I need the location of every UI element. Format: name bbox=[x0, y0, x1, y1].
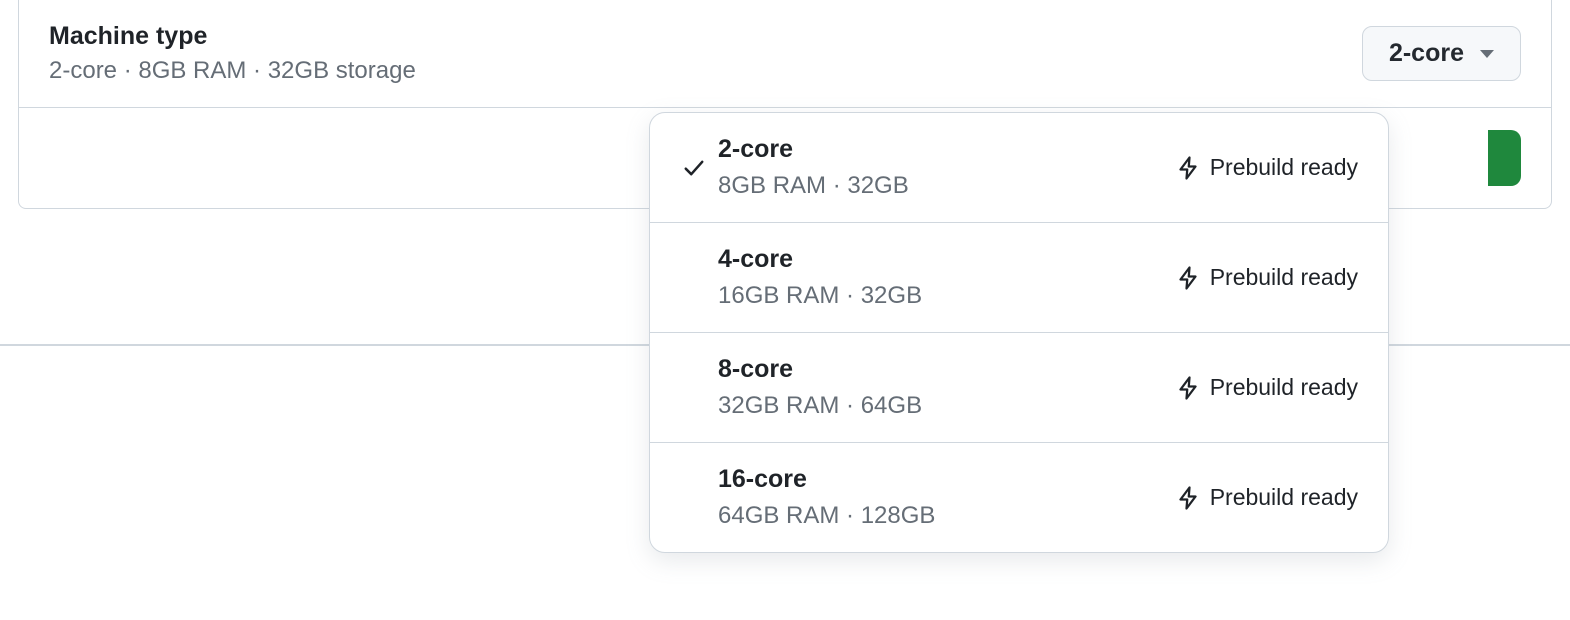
check-column bbox=[670, 154, 718, 182]
option-title: 16-core bbox=[718, 465, 1176, 494]
section-subtitle: 2-core · 8GB RAM · 32GB storage bbox=[49, 57, 416, 85]
machine-type-row: Machine type 2-core · 8GB RAM · 32GB sto… bbox=[19, 0, 1551, 108]
create-button[interactable] bbox=[1488, 130, 1521, 186]
option-spec: 32GB RAM · 64GB bbox=[718, 392, 1176, 420]
machine-option-2-core[interactable]: 2-core 8GB RAM · 32GB Prebuild ready bbox=[650, 113, 1388, 223]
option-spec: 8GB RAM · 32GB bbox=[718, 172, 1176, 200]
prebuild-label: Prebuild ready bbox=[1210, 264, 1358, 291]
caret-down-icon bbox=[1480, 50, 1494, 58]
machine-type-dropdown: 2-core 8GB RAM · 32GB Prebuild ready 4-c… bbox=[649, 112, 1389, 553]
machine-type-info: Machine type 2-core · 8GB RAM · 32GB sto… bbox=[49, 22, 416, 85]
zap-icon bbox=[1176, 376, 1200, 400]
check-column bbox=[670, 484, 718, 512]
option-spec: 64GB RAM · 128GB bbox=[718, 502, 1176, 530]
machine-option-16-core[interactable]: 16-core 64GB RAM · 128GB Prebuild ready bbox=[650, 443, 1388, 552]
option-title: 4-core bbox=[718, 245, 1176, 274]
option-body: 4-core 16GB RAM · 32GB bbox=[718, 245, 1176, 310]
prebuild-label: Prebuild ready bbox=[1210, 484, 1358, 511]
option-body: 16-core 64GB RAM · 128GB bbox=[718, 465, 1176, 530]
check-column bbox=[670, 264, 718, 292]
prebuild-label: Prebuild ready bbox=[1210, 374, 1358, 401]
prebuild-badge: Prebuild ready bbox=[1176, 484, 1358, 511]
option-title: 2-core bbox=[718, 135, 1176, 164]
option-body: 2-core 8GB RAM · 32GB bbox=[718, 135, 1176, 200]
option-title: 8-core bbox=[718, 355, 1176, 384]
check-column bbox=[670, 374, 718, 402]
zap-icon bbox=[1176, 266, 1200, 290]
machine-type-selector[interactable]: 2-core bbox=[1362, 26, 1521, 81]
option-body: 8-core 32GB RAM · 64GB bbox=[718, 355, 1176, 420]
prebuild-badge: Prebuild ready bbox=[1176, 264, 1358, 291]
prebuild-label: Prebuild ready bbox=[1210, 154, 1358, 181]
prebuild-badge: Prebuild ready bbox=[1176, 154, 1358, 181]
option-spec: 16GB RAM · 32GB bbox=[718, 282, 1176, 310]
zap-icon bbox=[1176, 156, 1200, 180]
machine-option-8-core[interactable]: 8-core 32GB RAM · 64GB Prebuild ready bbox=[650, 333, 1388, 443]
prebuild-badge: Prebuild ready bbox=[1176, 374, 1358, 401]
section-title: Machine type bbox=[49, 22, 416, 51]
machine-option-4-core[interactable]: 4-core 16GB RAM · 32GB Prebuild ready bbox=[650, 223, 1388, 333]
selector-label: 2-core bbox=[1389, 39, 1464, 68]
zap-icon bbox=[1176, 486, 1200, 510]
check-icon bbox=[683, 157, 705, 179]
